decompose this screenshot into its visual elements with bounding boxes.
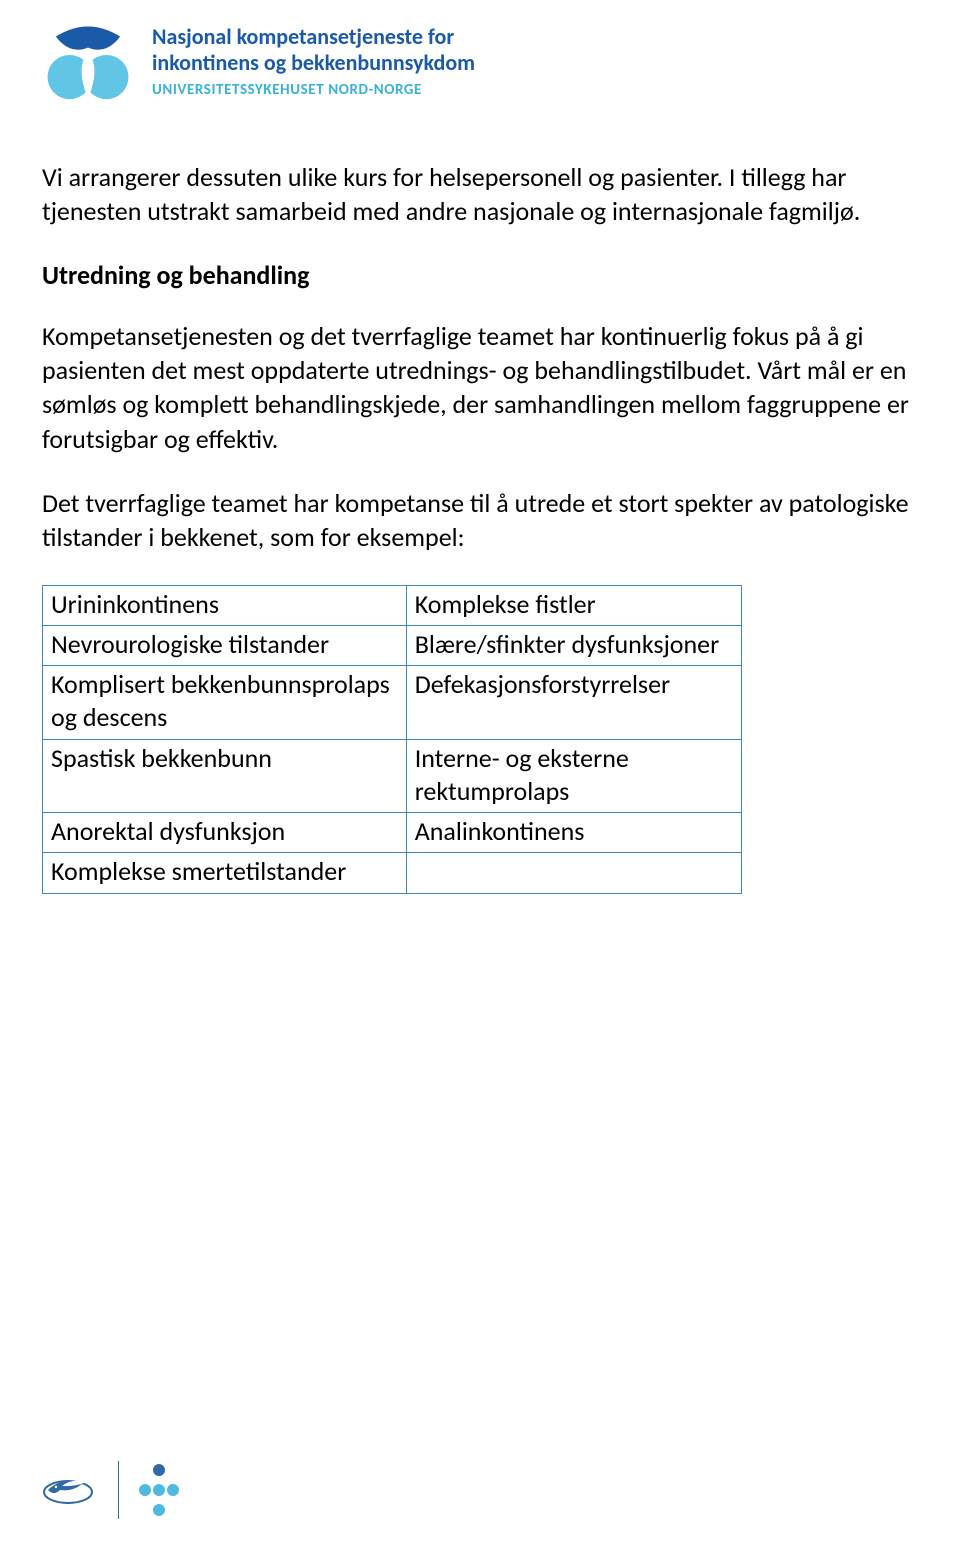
table-cell-left: Komplisert bekkenbunnsprolaps og descens xyxy=(43,666,407,740)
table-row: Spastisk bekkenbunn Interne- og eksterne… xyxy=(43,739,742,813)
logo-title-line2: inkontinens og bekkenbunnsykdom xyxy=(152,50,475,76)
section-paragraph-1: Kompetansetjenesten og det tverrfaglige … xyxy=(42,319,914,456)
table-cell-right: Blære/sfinkter dysfunksjoner xyxy=(406,625,741,665)
table-cell-right: Interne- og eksterne rektumprolaps xyxy=(406,739,741,813)
table-cell-right: Analinkontinens xyxy=(406,813,741,853)
table-row: Nevrourologiske tilstander Blære/sfinkte… xyxy=(43,625,742,665)
footer-dots-icon xyxy=(139,1464,179,1516)
table-cell-right: Defekasjonsforstyrrelser xyxy=(406,666,741,740)
section-paragraph-2: Det tverrfaglige teamet har kompetanse t… xyxy=(42,486,914,555)
table-cell-left: Spastisk bekkenbunn xyxy=(43,739,407,813)
logo-mark xyxy=(42,20,134,112)
logo-title-line1: Nasjonal kompetansetjeneste for xyxy=(152,24,475,50)
table-row: Komplisert bekkenbunnsprolaps og descens… xyxy=(43,666,742,740)
table-row: Komplekse smertetilstander xyxy=(43,853,742,893)
section-heading: Utredning og behandling xyxy=(42,259,914,291)
table-row: Urininkontinens Komplekse fistler xyxy=(43,585,742,625)
table-cell-right xyxy=(406,853,741,893)
table-cell-left: Nevrourologiske tilstander xyxy=(43,625,407,665)
document-page: Nasjonal kompetansetjeneste for inkontin… xyxy=(0,0,960,1545)
document-header: Nasjonal kompetansetjeneste for inkontin… xyxy=(42,20,918,112)
footer-separator xyxy=(118,1461,119,1519)
intro-paragraph: Vi arrangerer dessuten ulike kurs for he… xyxy=(42,160,914,229)
table-row: Anorektal dysfunksjon Analinkontinens xyxy=(43,813,742,853)
table-cell-left: Anorektal dysfunksjon xyxy=(43,813,407,853)
table-cell-left: Urininkontinens xyxy=(43,585,407,625)
footer-bird-icon xyxy=(42,1472,98,1508)
table-cell-left: Komplekse smertetilstander xyxy=(43,853,407,893)
document-body: Vi arrangerer dessuten ulike kurs for he… xyxy=(42,160,914,894)
logo-text-block: Nasjonal kompetansetjeneste for inkontin… xyxy=(152,20,475,99)
document-footer xyxy=(42,1461,179,1519)
logo-subtitle: UNIVERSITETSSYKEHUSET NORD-NORGE xyxy=(152,81,475,99)
conditions-table: Urininkontinens Komplekse fistler Nevrou… xyxy=(42,585,742,894)
table-cell-right: Komplekse fistler xyxy=(406,585,741,625)
